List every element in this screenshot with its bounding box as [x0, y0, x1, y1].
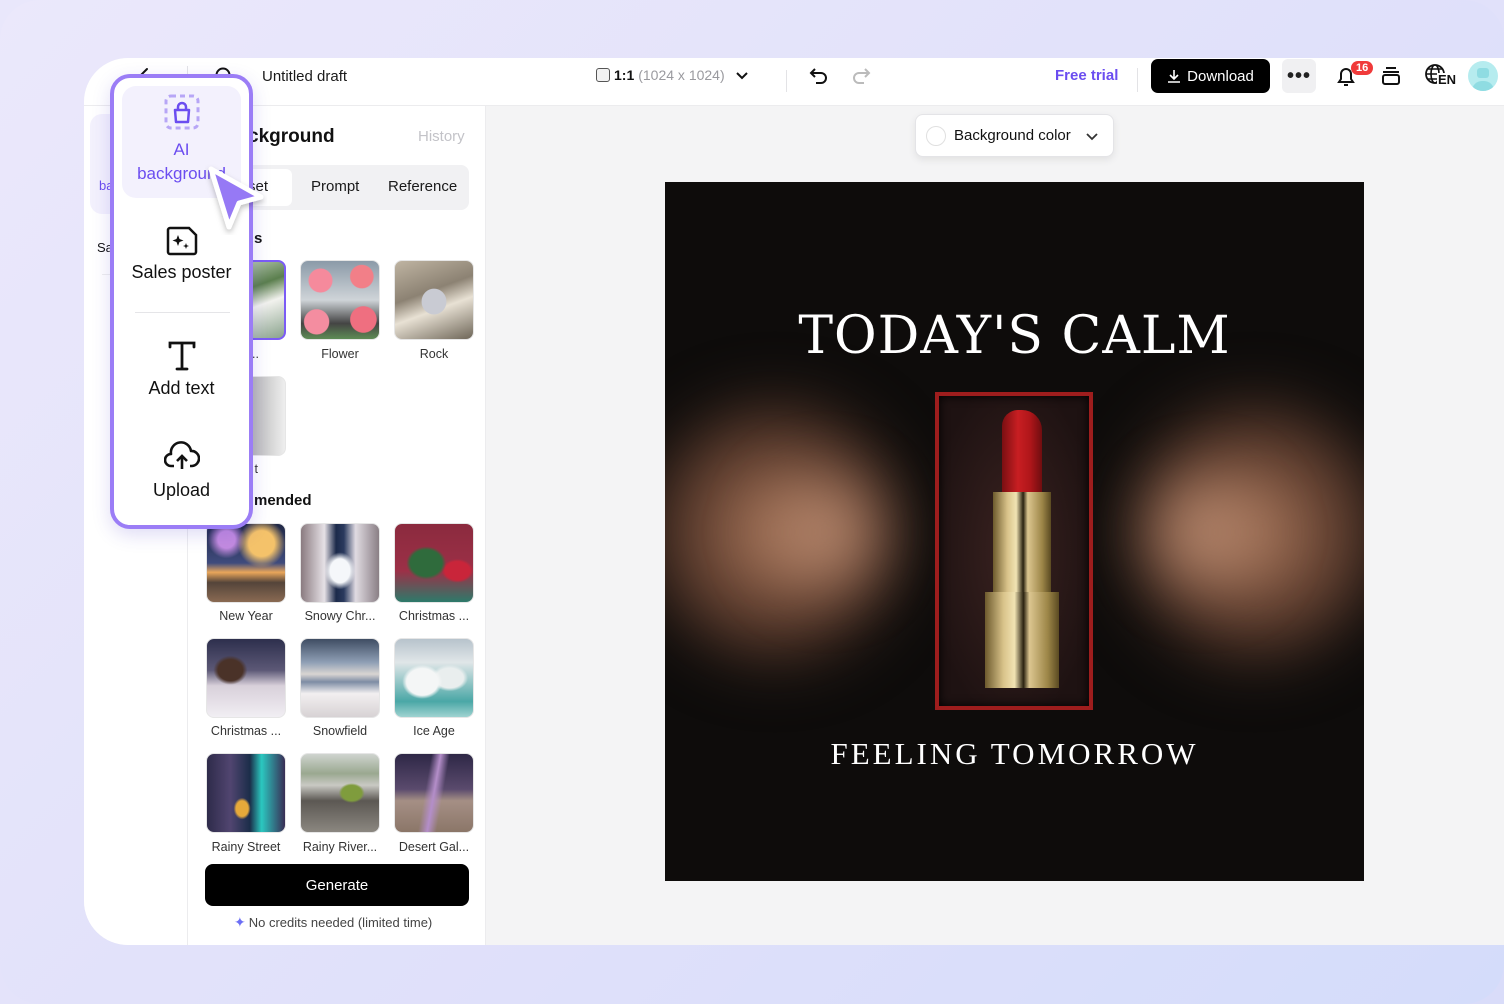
- more-options-button[interactable]: •••: [1282, 59, 1316, 93]
- lipstick-tube-upper: [993, 492, 1051, 592]
- mouse-pointer-icon: [208, 166, 264, 230]
- recommended-caption: Desert Gal...: [398, 840, 470, 854]
- lipstick-bullet: [1002, 410, 1042, 494]
- recommended-heading: mended: [254, 492, 312, 509]
- canvas-size-dropdown[interactable]: 1:1 (1024 x 1024): [596, 67, 749, 83]
- divider: [1137, 68, 1138, 92]
- recommended-thumbnail[interactable]: [300, 753, 380, 833]
- menu-item-add-text[interactable]: Add text: [114, 340, 249, 399]
- chevron-down-icon: [735, 72, 748, 80]
- free-trial-link[interactable]: Free trial: [1055, 67, 1118, 84]
- tab-reference[interactable]: Reference: [388, 178, 457, 195]
- ratio-dimensions: (1024 x 1024): [638, 67, 725, 83]
- recommended-thumbnail[interactable]: [394, 523, 474, 603]
- smoke-left-core: [745, 462, 905, 602]
- canvas-area: Background color TODAY'S CALM FEELING TO…: [486, 106, 1504, 945]
- lipstick-tube-lower: [985, 592, 1059, 688]
- recommended-thumbnail[interactable]: [300, 523, 380, 603]
- redo-icon[interactable]: [850, 65, 872, 87]
- document-title[interactable]: Untitled draft: [262, 68, 347, 85]
- top-bar: Untitled draft 1:1 (1024 x 1024) Free tr…: [84, 58, 1504, 106]
- menu-item-upload[interactable]: Upload: [114, 440, 249, 501]
- recommended-thumbnail[interactable]: [206, 638, 286, 718]
- menu-item-label: Upload: [152, 480, 211, 500]
- recommended-caption: Ice Age: [413, 724, 455, 738]
- language-code: EN: [1437, 72, 1457, 87]
- recommended-caption: Christmas ...: [398, 609, 470, 623]
- background-color-dropdown[interactable]: Background color: [915, 114, 1114, 157]
- sparkle-icon: ✦: [234, 914, 246, 930]
- ai-background-icon: [164, 94, 200, 130]
- recommended-caption: Christmas ...: [210, 724, 282, 738]
- recommended-thumbnail[interactable]: [394, 638, 474, 718]
- layers-stack-icon[interactable]: [1380, 65, 1402, 87]
- color-swatch: [926, 125, 946, 146]
- ratio-label: 1:1: [614, 67, 635, 83]
- preset-caption: Flower: [321, 347, 359, 361]
- sales-poster-icon: [166, 226, 197, 256]
- menu-item-label: Add text: [148, 378, 215, 398]
- poster-canvas[interactable]: TODAY'S CALM FEELING TOMORROW: [665, 182, 1364, 881]
- preset-thumbnail[interactable]: [394, 260, 474, 340]
- generate-button[interactable]: Generate: [205, 864, 469, 906]
- chevron-down-icon: [1086, 132, 1098, 140]
- menu-item-label: Sales poster: [131, 262, 232, 282]
- notification-badge: 16: [1351, 61, 1374, 75]
- ratio-square-icon: [596, 68, 610, 82]
- lipstick-box: [935, 392, 1093, 710]
- preset-caption: Rock: [419, 347, 449, 361]
- download-icon: [1168, 70, 1181, 83]
- tab-prompt[interactable]: Prompt: [311, 178, 359, 195]
- poster-headline[interactable]: TODAY'S CALM: [665, 306, 1364, 366]
- credits-note: ✦ No credits needed (limited time): [234, 914, 432, 931]
- poster-subline[interactable]: FEELING TOMORROW: [665, 736, 1364, 772]
- recommended-caption: Snowfield: [312, 724, 368, 738]
- undo-icon[interactable]: [808, 65, 830, 87]
- upload-cloud-icon: [163, 441, 200, 469]
- recommended-thumbnail[interactable]: [394, 753, 474, 833]
- download-button[interactable]: Download: [1151, 59, 1270, 93]
- text-icon: [168, 341, 195, 371]
- smoke-right-core: [1125, 462, 1285, 602]
- download-label: Download: [1187, 67, 1254, 85]
- divider: [786, 70, 787, 92]
- recommended-caption: Rainy Street: [211, 840, 281, 854]
- background-color-label: Background color: [954, 127, 1071, 144]
- recommended-thumbnail[interactable]: [300, 638, 380, 718]
- recommended-thumbnail[interactable]: [206, 523, 286, 603]
- editor-window: Untitled draft 1:1 (1024 x 1024) Free tr…: [84, 58, 1504, 945]
- recommended-caption: Snowy Chr...: [304, 609, 376, 623]
- tool-popup-menu: AI background Sales poster Add text Uplo…: [110, 74, 253, 529]
- credits-text: No credits needed (limited time): [248, 915, 433, 930]
- divider: [135, 312, 230, 313]
- recommended-caption: New Year: [219, 609, 273, 623]
- history-link[interactable]: History: [418, 128, 465, 145]
- recommended-caption: Rainy River...: [302, 840, 378, 854]
- user-avatar[interactable]: [1468, 61, 1498, 91]
- panel-title: ckground: [248, 126, 335, 147]
- language-selector[interactable]: EN: [1424, 63, 1457, 89]
- recommended-thumbnail[interactable]: [206, 753, 286, 833]
- preset-thumbnail[interactable]: [300, 260, 380, 340]
